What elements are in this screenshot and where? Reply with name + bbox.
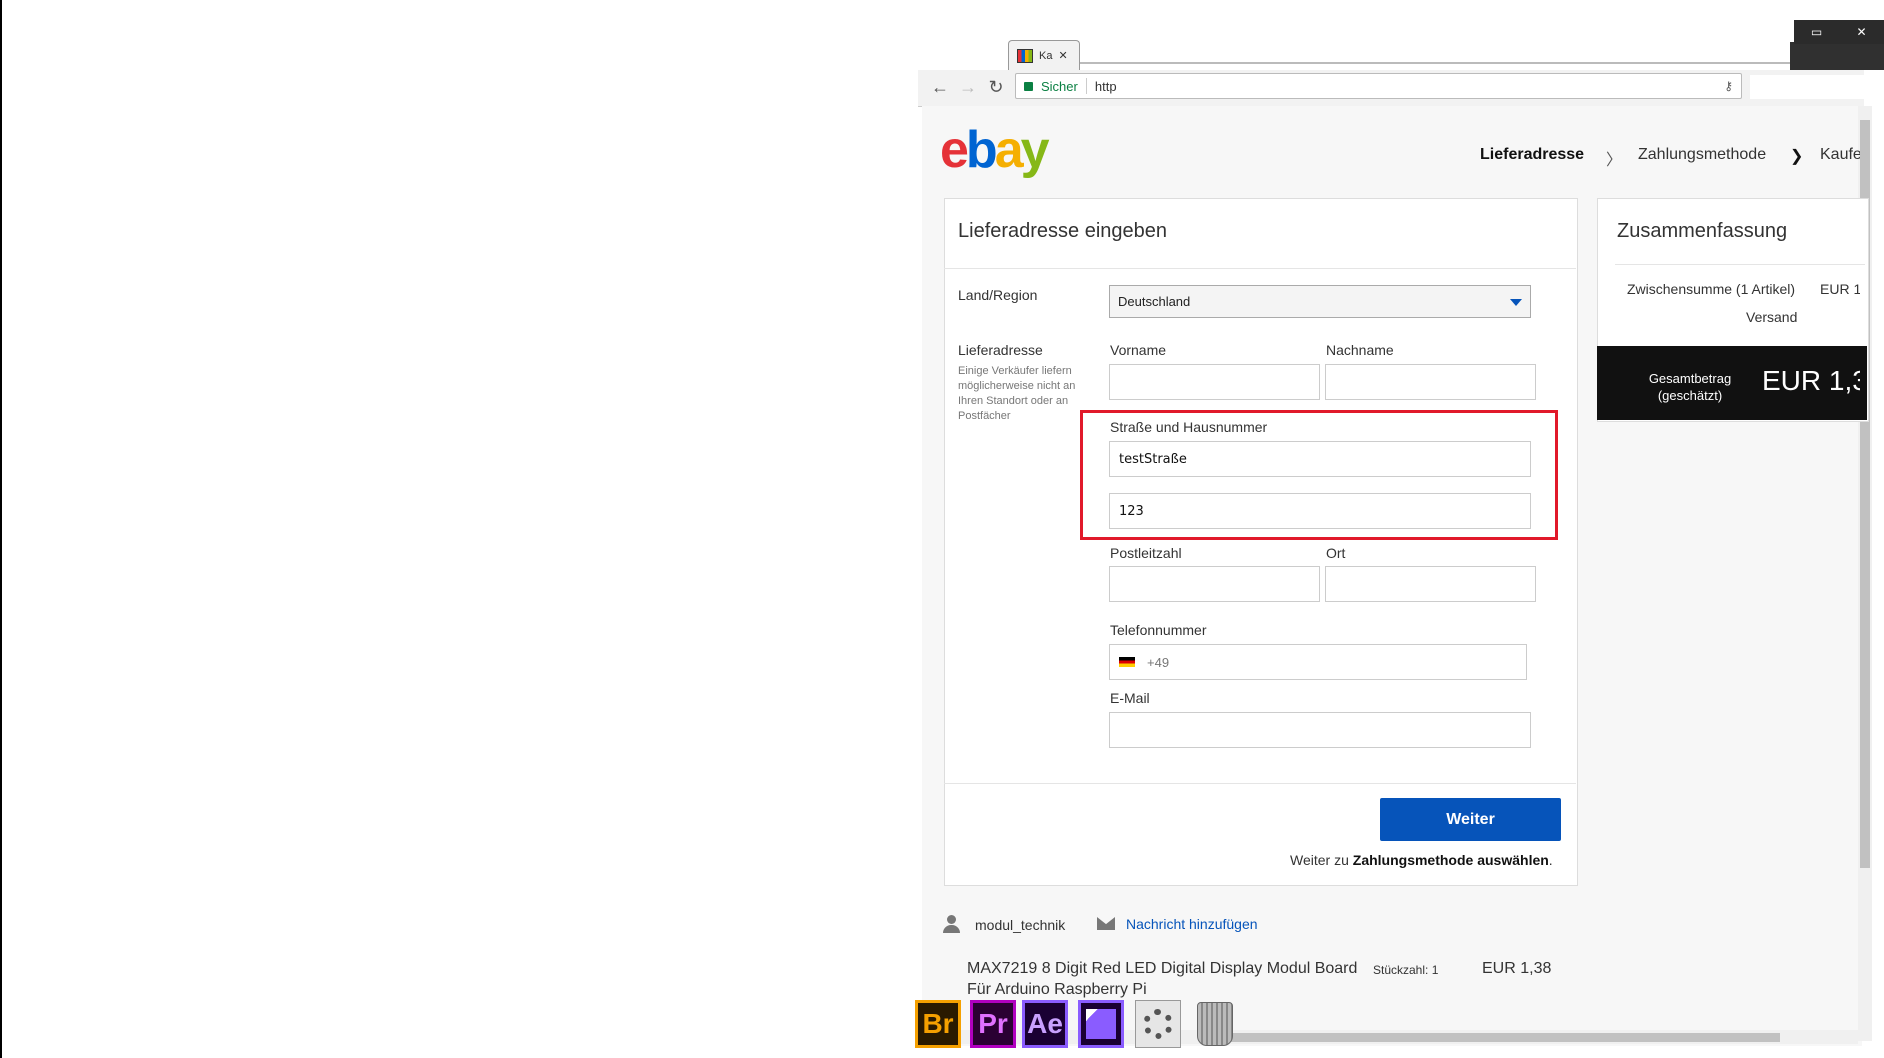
lastname-input[interactable] xyxy=(1325,364,1536,400)
back-icon[interactable]: ← xyxy=(929,76,951,98)
window-titlebar xyxy=(1790,42,1884,70)
step-chevron-icon: ❯ xyxy=(1790,148,1804,165)
lock-icon xyxy=(1024,81,1033,91)
country-value: Deutschland xyxy=(1118,294,1191,309)
browser-tab[interactable]: Ka ✕ xyxy=(1008,40,1080,70)
firstname-label: Vorname xyxy=(1110,342,1167,358)
adobe-bridge-icon[interactable]: Br xyxy=(915,1000,961,1048)
shipping-label: Versand xyxy=(1746,309,1798,325)
summary-divider xyxy=(1615,264,1865,265)
step-shipping: Lieferadresse xyxy=(1480,146,1585,163)
tab-close-icon[interactable]: ✕ xyxy=(1058,49,1067,62)
step-chevron-icon: 〉 xyxy=(1606,152,1623,169)
country-label: Land/Region xyxy=(958,287,1038,303)
continue-button[interactable]: Weiter xyxy=(1380,798,1561,841)
tab-strip-line xyxy=(1080,62,1790,64)
summary-title: Zusammenfassung xyxy=(1617,220,1788,242)
trash-icon[interactable] xyxy=(1192,1000,1238,1048)
total-label: Gesamtbetrag (geschätzt) xyxy=(1648,371,1732,403)
phone-label: Telefonnummer xyxy=(1110,622,1207,638)
german-flag-icon xyxy=(1119,657,1135,667)
street-label: Straße und Hausnummer xyxy=(1110,419,1268,435)
forward-icon[interactable]: → xyxy=(957,76,979,98)
city-input[interactable] xyxy=(1325,566,1536,602)
zip-input[interactable] xyxy=(1109,566,1320,602)
close-window-button[interactable]: ✕ xyxy=(1839,20,1884,44)
window-controls: ▭ ✕ xyxy=(1794,20,1884,44)
city-label: Ort xyxy=(1326,545,1346,561)
adobe-premiere-icon[interactable]: Pr xyxy=(970,1000,1016,1048)
email-label: E-Mail xyxy=(1110,690,1150,706)
email-input[interactable] xyxy=(1109,712,1531,748)
step-review: Kaufe xyxy=(1820,146,1860,163)
extension-area xyxy=(1750,75,1865,99)
url-text[interactable]: http xyxy=(1095,79,1117,94)
card-divider xyxy=(944,268,1576,269)
ebay-logo[interactable]: ebay xyxy=(940,120,1050,180)
firstname-input[interactable] xyxy=(1109,364,1320,400)
address-hint: Einige Verkäufer liefern möglicherweise … xyxy=(958,365,1076,422)
phone-input[interactable]: +49 xyxy=(1109,644,1527,680)
adobe-media-encoder-icon[interactable] xyxy=(1078,1000,1124,1048)
address-bar[interactable]: Sicher http ⚷ xyxy=(1015,73,1742,99)
total-value: EUR 1,3 xyxy=(1762,365,1860,396)
adobe-after-effects-icon[interactable]: Ae xyxy=(1022,1000,1068,1048)
street-input[interactable]: testStraße xyxy=(1109,441,1531,477)
key-icon[interactable]: ⚷ xyxy=(1724,79,1733,93)
step-payment: Zahlungsmethode xyxy=(1638,146,1767,163)
item-title[interactable]: MAX7219 8 Digit Red LED Digital Display … xyxy=(967,958,1367,1000)
item-price: EUR 1,38 xyxy=(1482,960,1552,977)
maximize-button[interactable]: ▭ xyxy=(1794,20,1839,44)
screen-edge xyxy=(0,0,2,1058)
secure-label: Sicher xyxy=(1041,78,1078,94)
ebay-favicon-icon xyxy=(1017,48,1033,63)
seller-name: modul_technik xyxy=(975,917,1066,933)
item-quantity: Stückzahl: 1 xyxy=(1373,963,1439,977)
omnibox-divider xyxy=(1085,78,1087,94)
zip-label: Postleitzahl xyxy=(1110,545,1182,561)
lastname-label: Nachname xyxy=(1326,342,1394,358)
chevron-down-icon xyxy=(1510,299,1522,306)
reload-icon[interactable]: ↻ xyxy=(985,76,1007,98)
continue-note: Weiter zu Zahlungsmethode auswählen. xyxy=(1290,852,1553,868)
house-number-input[interactable]: 123 xyxy=(1109,493,1531,529)
card-divider xyxy=(944,783,1576,784)
user-icon xyxy=(942,915,960,933)
system-preferences-icon[interactable] xyxy=(1135,1000,1181,1048)
tab-title: Ka xyxy=(1039,49,1053,62)
subtotal-label: Zwischensumme (1 Artikel) xyxy=(1627,281,1796,297)
form-title: Lieferadresse eingeben xyxy=(958,220,1168,242)
address-label: Lieferadresse xyxy=(958,342,1043,358)
subtotal-value: EUR 1 xyxy=(1820,281,1860,297)
horizontal-scroll-thumb[interactable] xyxy=(1230,1033,1780,1042)
add-message-link[interactable]: Nachricht hinzufügen xyxy=(1126,916,1258,932)
phone-prefix: +49 xyxy=(1147,654,1170,670)
country-select[interactable]: Deutschland xyxy=(1109,285,1531,318)
